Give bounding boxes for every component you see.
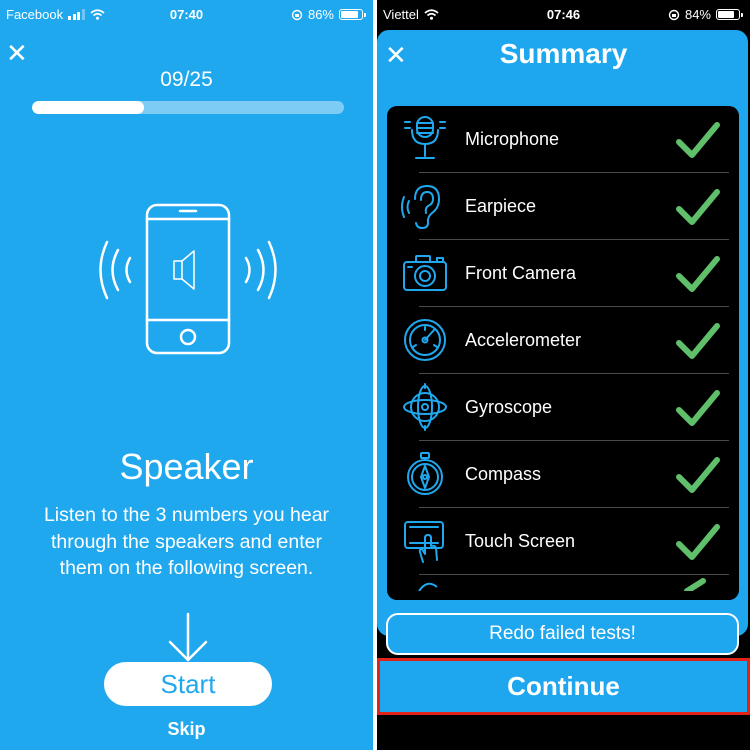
status-bar: Facebook 07:40 86%: [0, 0, 373, 28]
test-progress-bar: [32, 101, 344, 114]
orientation-lock-icon: [291, 9, 303, 20]
ear-icon: [401, 185, 440, 229]
gauge-icon: [404, 319, 446, 361]
checkmark-icon: [676, 189, 720, 225]
row-divider: [419, 574, 729, 575]
checkmark-icon: [676, 524, 720, 560]
microphone-icon: [404, 116, 446, 159]
summary-list-item[interactable]: Front Camera: [387, 240, 739, 307]
summary-list-item[interactable]: Earpiece: [387, 173, 739, 240]
continue-highlight: Continue: [377, 658, 750, 715]
summary-item-label: Accelerometer: [465, 330, 582, 350]
orientation-lock-icon: [668, 9, 680, 20]
checkmark-icon: [676, 457, 720, 493]
summary-card: Microphone Earpiece Front Camera Accelerome…: [377, 30, 748, 655]
skip-button[interactable]: Skip: [0, 719, 373, 740]
battery-group: 84%: [668, 7, 743, 22]
touch-screen-icon: [404, 521, 444, 563]
compass-icon: [407, 452, 443, 495]
summary-list-item[interactable]: Touch Screen: [387, 508, 739, 575]
page-title: Summary: [499, 38, 628, 69]
summary-item-label: Compass: [465, 464, 542, 484]
battery-group: 86%: [291, 7, 366, 22]
summary-list-item[interactable]: Microphone: [387, 106, 739, 173]
checkmark-icon: [676, 390, 720, 426]
summary-item-label: Front Camera: [465, 263, 577, 283]
battery-percent: 84%: [684, 7, 711, 22]
test-description: Listen to the 3 numbers you hear through…: [43, 504, 330, 579]
battery-percent: 86%: [307, 7, 334, 22]
summary-item-label: Microphone: [465, 129, 560, 149]
summary-list-item[interactable]: Gyroscope: [387, 374, 739, 441]
gyroscope-icon: [403, 383, 447, 431]
close-button[interactable]: ✕: [6, 40, 28, 66]
battery-icon: [339, 9, 366, 20]
checkmark-icon: [676, 323, 720, 359]
checkmark-icon: [676, 122, 720, 158]
test-counter: 09/25: [160, 68, 213, 91]
battery-icon: [716, 9, 743, 20]
summary-item-label: Gyroscope: [465, 397, 553, 417]
test-progress-fill: [32, 101, 145, 114]
continue-button[interactable]: Continue: [380, 661, 747, 712]
camera-icon: [403, 255, 447, 291]
partial-row-icon: [418, 578, 706, 591]
status-bar: Viettel 07:46 84%: [377, 0, 750, 28]
summary-list[interactable]: Microphone Earpiece Front Camera Accelerome…: [387, 106, 739, 600]
summary-item-label: Touch Screen: [465, 531, 576, 551]
arrow-down-icon: [168, 612, 208, 662]
summary-item-label: Earpiece: [465, 196, 537, 216]
speaker-phone-icon: [99, 203, 277, 355]
redo-failed-tests-button[interactable]: Redo failed tests!: [386, 613, 739, 655]
start-button[interactable]: Start: [104, 662, 272, 706]
summary-screen: Viettel 07:46 84% Microphone Earpiece Fron…: [377, 0, 750, 750]
checkmark-icon: [676, 256, 720, 292]
summary-list-item[interactable]: Accelerometer: [387, 307, 739, 374]
speaker-test-screen: Facebook 07:40 86% ✕ 09/25 Speaker Liste…: [0, 0, 373, 750]
summary-list-item[interactable]: Compass: [387, 441, 739, 508]
test-title: Speaker: [119, 446, 254, 487]
